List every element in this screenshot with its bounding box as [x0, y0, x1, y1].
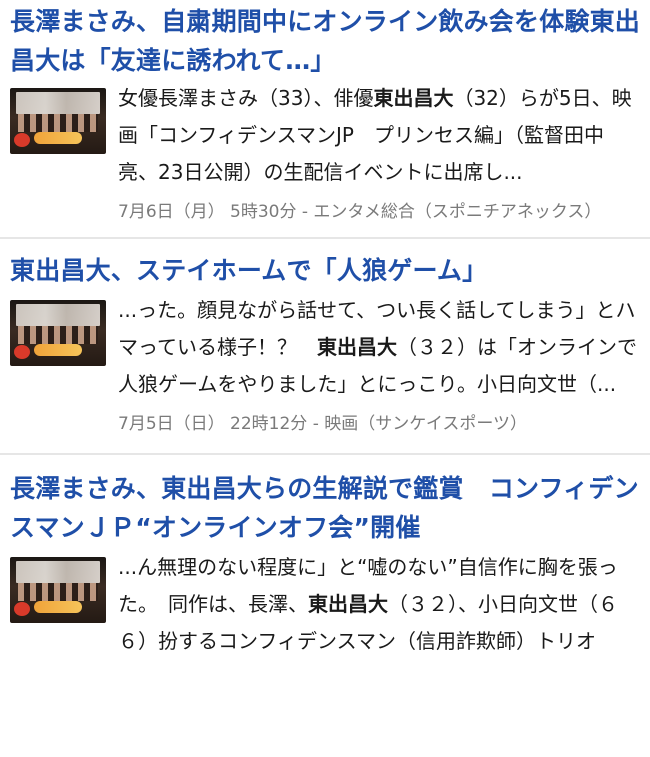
- title-keyword: 東出昌大: [10, 256, 111, 285]
- snippet-text: 女優長澤まさみ（33）、俳優: [118, 86, 374, 110]
- title-text: 、ステイホームで「人狼ゲーム」: [110, 256, 488, 285]
- title-text: は「友達に誘われて…」: [60, 46, 336, 75]
- news-item[interactable]: 長澤まさみ、自粛期間中にオンライン飲み会を体験東出昌大は「友達に誘われて…」 女…: [0, 0, 650, 237]
- news-item[interactable]: 東出昌大、ステイホームで「人狼ゲーム」 ...った。顔見ながら話せて、つい長く話…: [0, 239, 650, 453]
- event-photo-thumbnail[interactable]: [10, 300, 106, 366]
- title-keyword: 東出昌大: [161, 474, 263, 503]
- event-photo-thumbnail[interactable]: [10, 88, 106, 154]
- title-text: 長澤まさみ、: [10, 474, 162, 503]
- article-snippet: ...ん無理のない程度に」と“嘘のない”自信作に胸を張った。 同作は、長澤、東出…: [118, 549, 640, 660]
- article-title[interactable]: 長澤まさみ、自粛期間中にオンライン飲み会を体験東出昌大は「友達に誘われて…」: [10, 2, 640, 80]
- news-item[interactable]: 長澤まさみ、東出昌大らの生解説で鑑賞 コンフィデンスマンＪＰ“オンラインオフ会”…: [0, 455, 650, 660]
- event-photo-thumbnail[interactable]: [10, 557, 106, 623]
- title-text: 長澤まさみ、自粛期間中にオンライン飲み会を体験: [10, 7, 590, 36]
- article-title[interactable]: 東出昌大、ステイホームで「人狼ゲーム」: [10, 251, 640, 290]
- article-snippet: ...った。顔見ながら話せて、つい長く話してしまう」とハマっている様子！？ 東出…: [118, 292, 640, 403]
- snippet-keyword: 東出昌大: [317, 335, 397, 359]
- snippet-keyword: 東出昌大: [373, 86, 454, 110]
- snippet-keyword: 東出昌大: [308, 592, 388, 616]
- article-title[interactable]: 長澤まさみ、東出昌大らの生解説で鑑賞 コンフィデンスマンＪＰ“オンラインオフ会”…: [10, 469, 640, 547]
- article-meta: 7月6日（月） 5時30分 - エンタメ総合（スポニチアネックス）: [118, 202, 602, 222]
- article-meta: 7月5日（日） 22時12分 - 映画（サンケイスポーツ）: [118, 414, 528, 434]
- article-snippet: 女優長澤まさみ（33）、俳優東出昌大（32）らが5日、映画「コンフィデンスマンJ…: [118, 80, 640, 191]
